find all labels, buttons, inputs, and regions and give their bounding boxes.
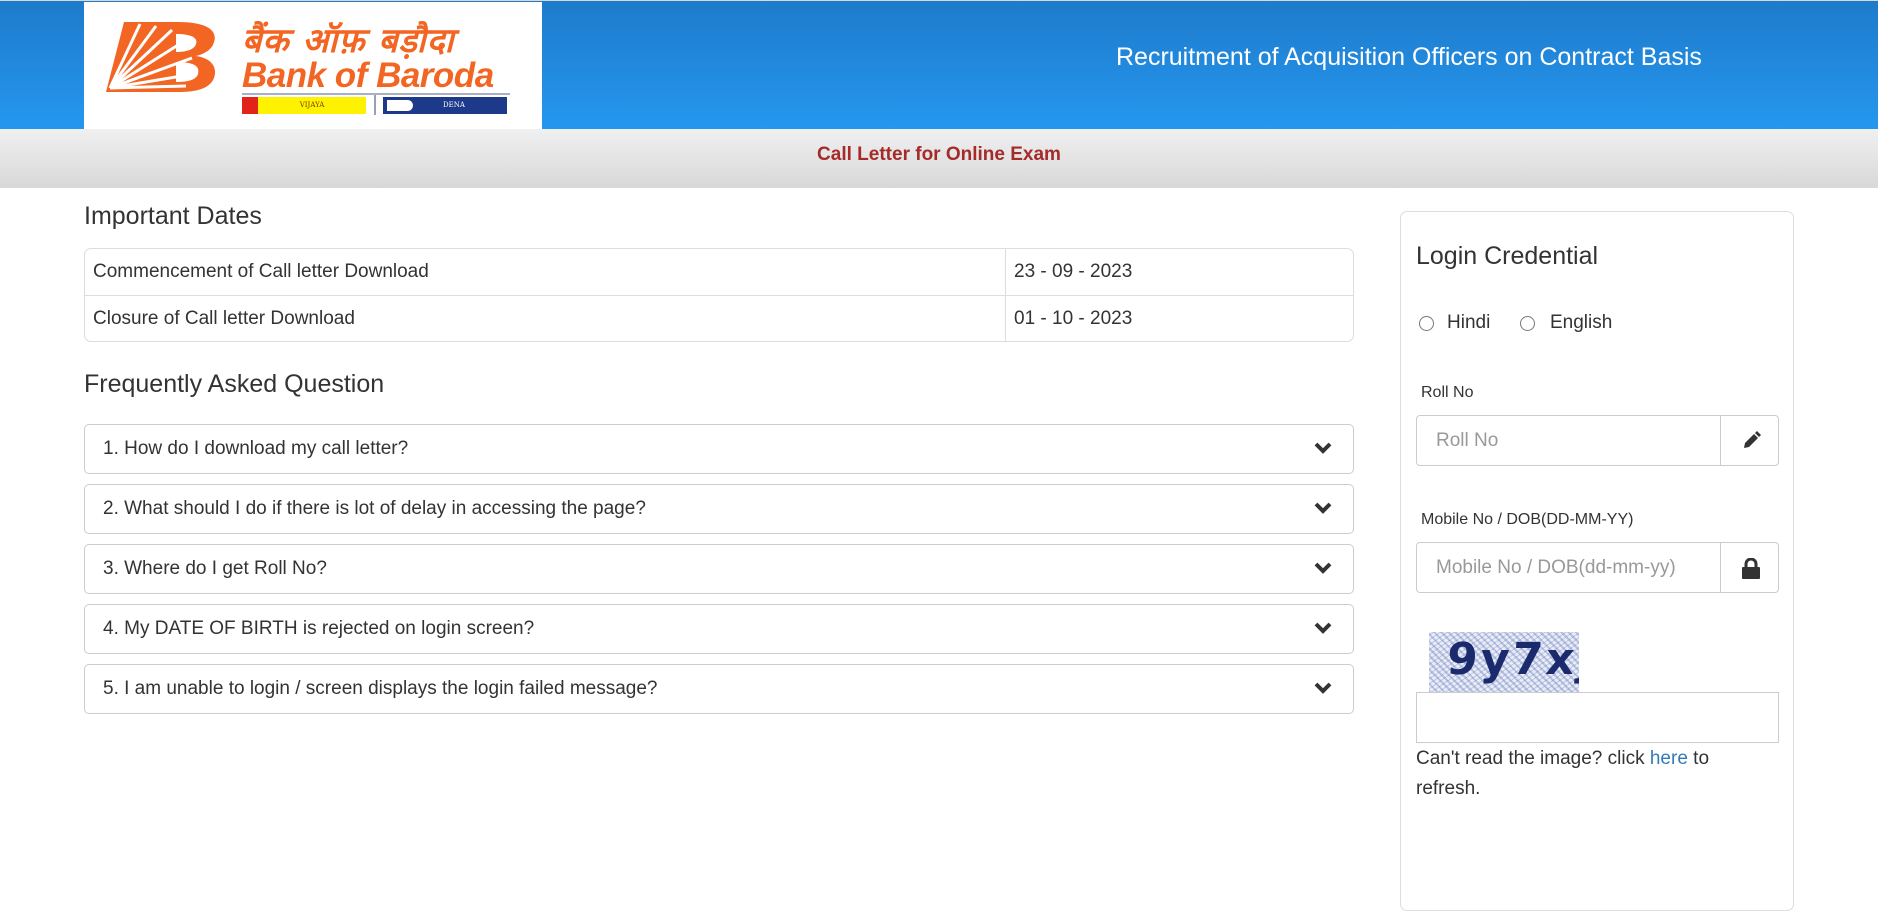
captcha-refresh-link[interactable]: here xyxy=(1650,748,1688,769)
password-addon xyxy=(1720,542,1779,593)
dena-strip: DENA xyxy=(383,97,507,114)
dena-emblem-icon xyxy=(387,100,413,111)
login-title: Login Credential xyxy=(1416,242,1599,270)
captcha-image: 9y7xj xyxy=(1429,632,1579,692)
bank-of-baroda-b-icon xyxy=(106,22,216,92)
date-value: 01 - 10 - 2023 xyxy=(1014,308,1133,329)
table-row: Commencement of Call letter Download 23 … xyxy=(85,249,1353,296)
faq-item[interactable]: 3. Where do I get Roll No? xyxy=(84,544,1354,594)
faq-item[interactable]: 5. I am unable to login / screen display… xyxy=(84,664,1354,714)
faq-question: 3. Where do I get Roll No? xyxy=(103,558,327,579)
strip-divider xyxy=(374,95,376,115)
radio-english-label[interactable]: English xyxy=(1550,312,1612,334)
logo-divider xyxy=(242,93,510,95)
password-label: Mobile No / DOB(DD-MM-YY) xyxy=(1421,511,1634,528)
date-value: 23 - 09 - 2023 xyxy=(1014,261,1133,282)
roll-no-group xyxy=(1416,415,1779,466)
radio-english[interactable] xyxy=(1520,316,1535,331)
subheader-title: Call Letter for Online Exam xyxy=(817,144,1061,165)
chevron-down-icon xyxy=(1314,562,1332,574)
faq-item[interactable]: 1. How do I download my call letter? xyxy=(84,424,1354,474)
roll-no-label: Roll No xyxy=(1421,384,1474,401)
captcha-help-text: Can't read the image? click here to refr… xyxy=(1416,744,1766,804)
captcha-text: 9y7xj xyxy=(1445,634,1579,685)
chevron-down-icon xyxy=(1314,622,1332,634)
bank-logo[interactable]: बैंक ऑफ़ बड़ौदा Bank of Baroda VIJAYA DE… xyxy=(84,2,542,130)
faq-heading: Frequently Asked Question xyxy=(84,370,385,398)
radio-hindi-label[interactable]: Hindi xyxy=(1447,312,1490,334)
faq-question: 1. How do I download my call letter? xyxy=(103,438,409,459)
subheader-bar: Call Letter for Online Exam xyxy=(0,129,1878,188)
logo-english-name: Bank of Baroda xyxy=(242,56,494,95)
faq-question: 5. I am unable to login / screen display… xyxy=(103,678,658,699)
roll-no-input[interactable] xyxy=(1416,415,1721,466)
date-label: Commencement of Call letter Download xyxy=(93,261,429,282)
dena-strip-label: DENA xyxy=(443,101,465,109)
important-dates-heading: Important Dates xyxy=(84,202,262,230)
pencil-icon xyxy=(1744,431,1761,448)
vijaya-emblem-icon xyxy=(242,97,258,114)
chevron-down-icon xyxy=(1314,682,1332,694)
captcha-help-prefix: Can't read the image? click xyxy=(1416,748,1650,769)
page-header: बैंक ऑफ़ बड़ौदा Bank of Baroda VIJAYA DE… xyxy=(0,0,1878,130)
lock-icon xyxy=(1742,558,1760,579)
captcha-input[interactable] xyxy=(1416,692,1779,743)
important-dates-table: Commencement of Call letter Download 23 … xyxy=(84,248,1354,342)
faq-question: 4. My DATE OF BIRTH is rejected on login… xyxy=(103,618,535,639)
radio-hindi[interactable] xyxy=(1419,316,1434,331)
roll-no-addon xyxy=(1720,415,1779,466)
page-title: Recruitment of Acquisition Officers on C… xyxy=(1116,43,1702,71)
password-input[interactable] xyxy=(1416,542,1721,593)
faq-item[interactable]: 2. What should I do if there is lot of d… xyxy=(84,484,1354,534)
chevron-down-icon xyxy=(1314,502,1332,514)
chevron-down-icon xyxy=(1314,442,1332,454)
faq-item[interactable]: 4. My DATE OF BIRTH is rejected on login… xyxy=(84,604,1354,654)
faq-question: 2. What should I do if there is lot of d… xyxy=(103,498,646,519)
password-group xyxy=(1416,542,1779,593)
vijaya-strip: VIJAYA xyxy=(258,97,366,114)
login-panel: Login Credential Hindi English Roll No M… xyxy=(1400,211,1794,911)
date-label: Closure of Call letter Download xyxy=(93,308,355,329)
table-row: Closure of Call letter Download 01 - 10 … xyxy=(85,296,1353,341)
